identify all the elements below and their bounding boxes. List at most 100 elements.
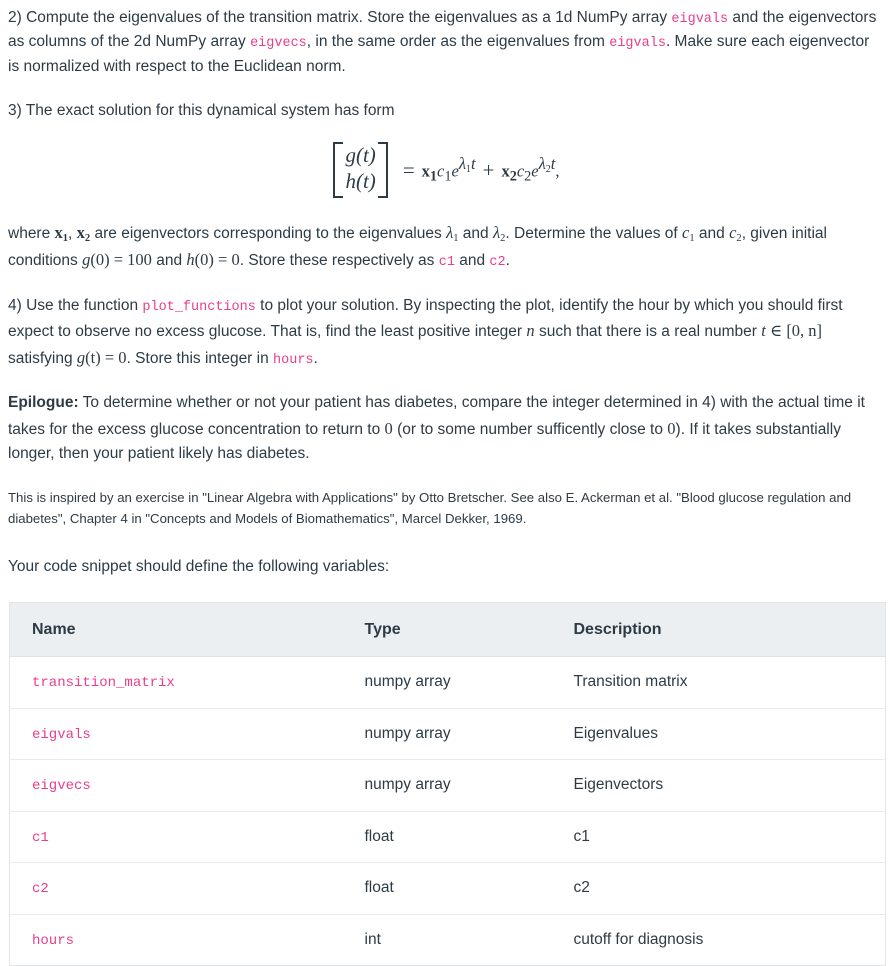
cell-variable-name: transition_matrix [9, 656, 343, 709]
epilogue-label: Epilogue: [8, 394, 79, 412]
variables-table: Name Type Description transition_matrix … [9, 601, 886, 966]
citation-note: This is inspired by an exercise in "Line… [8, 489, 852, 527]
plus-sign: + [482, 157, 495, 182]
term1-exponential-base: e [451, 161, 459, 181]
column-header-description: Description [551, 602, 886, 658]
table-row: c2 float c2 [9, 862, 886, 915]
equation-trailing-comma: , [555, 161, 560, 181]
g-of-t-args: (t) [85, 347, 101, 367]
x2-symbol: x [76, 222, 85, 242]
table-header-row: Name Type Description [9, 602, 886, 658]
term2-exponential-base: e [531, 161, 539, 181]
cell-variable-name: c2 [9, 862, 343, 915]
equals-sign: = [402, 157, 415, 182]
step-4-text-a: 4) Use the function [8, 296, 143, 314]
inline-code-eigvecs: eigvecs [250, 36, 307, 52]
term1-coefficient-sub: 1 [444, 168, 452, 185]
step-2-text-mid-2: , in the same order as the eigenvalues f… [306, 33, 610, 51]
cell-variable-name: hours [10, 914, 343, 965]
table-head: Name Type Description [9, 602, 886, 658]
h-equals-0: = 0 [213, 250, 240, 270]
g-of-t-symbol: g [76, 347, 86, 367]
matrix-row-h: h(t) [345, 168, 376, 193]
h-function-symbol: h [186, 250, 195, 270]
text-period: . [505, 252, 510, 270]
assignment-content: 2) Compute the eigenvalues of the transi… [0, 0, 891, 966]
inline-code-eigvals-2: eigvals [609, 36, 666, 52]
term2-vector-sub: 2 [509, 168, 517, 185]
cell-variable-description: Transition matrix [551, 656, 886, 709]
table-row: c1 float c1 [9, 811, 886, 864]
step-3-text: 3) The exact solution for this dynamical… [8, 102, 395, 120]
inline-code-plot-functions: plot_functions [142, 299, 256, 315]
text-comma: , [68, 224, 77, 242]
variable-name-code: eigvecs [32, 778, 91, 795]
cell-variable-type: int [364, 930, 381, 948]
inline-code-c2: c2 [489, 255, 506, 271]
step-4-text-c: such that there is a real number [534, 323, 762, 341]
cell-variable-name: eigvals [9, 708, 343, 761]
cell-variable-description: cutoff for diagnosis [573, 930, 704, 948]
term1-exponent-lambda: λ [458, 154, 466, 174]
text-eigenvectors-corresponding: are eigenvectors corresponding to the ei… [90, 224, 447, 242]
inline-code-eigvals-1: eigvals [671, 12, 729, 27]
matrix-row-g: g(t) [345, 142, 376, 167]
matrix-bracket-right [377, 141, 388, 198]
variable-name-code: hours [32, 932, 75, 949]
epilogue-paragraph: Epilogue: To determine whether or not yo… [8, 391, 883, 466]
step-4-paragraph: 4) Use the function plot_functions to pl… [8, 294, 883, 371]
cell-variable-description: Eigenvalues [551, 708, 886, 761]
inline-code-c1: c1 [438, 255, 455, 271]
cell-variable-type: float [342, 862, 552, 915]
term1-vector-sub: 1 [429, 168, 438, 185]
table-row: hours int cutoff for diagnosis [10, 914, 886, 965]
g-equals-100: = 100 [109, 250, 152, 270]
text-where: where [8, 224, 55, 242]
cell-variable-description: c1 [551, 811, 886, 864]
step-2-paragraph: 2) Compute the eigenvalues of the transi… [8, 6, 883, 79]
eigenvector-explanation-paragraph: where x1, x2 are eigenvectors correspond… [8, 220, 883, 274]
column-header-name: Name [9, 602, 343, 658]
text-and-4: and [454, 252, 490, 270]
term2-exponent: λ2t [538, 154, 556, 175]
variable-name-code: c2 [32, 881, 49, 898]
text-and-1: and [458, 224, 493, 242]
matrix-bracket-left [333, 141, 344, 198]
g-function-args: (0) [90, 250, 110, 270]
element-of-symbol: ∈ [765, 321, 787, 341]
term2-exponent-lambda: λ [538, 154, 546, 174]
text-and-2: and [694, 224, 730, 242]
cell-variable-description: c2 [551, 862, 886, 915]
table-row: eigvecs numpy array Eigenvectors [9, 759, 886, 812]
text-determine-values: . Determine the values of [505, 224, 683, 242]
table-row: eigvals numpy array Eigenvalues [9, 708, 886, 761]
step-4-text-d: satisfying [8, 349, 77, 367]
variable-name-code: eigvals [32, 726, 91, 743]
interval-notation: [0, n] [786, 321, 823, 341]
step-4-text-e: . Store this integer in [126, 349, 274, 367]
h-function-args: (0) [194, 250, 214, 270]
term1-exponent: λ1t [458, 154, 476, 175]
x1-symbol: x [54, 222, 63, 242]
step-3-paragraph: 3) The exact solution for this dynamical… [8, 99, 883, 123]
variable-name-code: c1 [32, 829, 49, 846]
variable-name-code: transition_matrix [32, 675, 175, 692]
term1-vector: x [421, 161, 430, 181]
cell-variable-name: c1 [9, 811, 343, 864]
text-and-3: and [151, 252, 187, 270]
term2-vector: x [501, 161, 510, 181]
inline-code-hours: hours [273, 352, 314, 368]
epilogue-zero-2: 0 [667, 418, 676, 438]
term1-exponent-t: t [471, 154, 476, 174]
cell-variable-name: eigvecs [9, 759, 343, 812]
step-4-text-f: . [313, 349, 318, 367]
epilogue-zero-1: 0 [384, 418, 393, 438]
cell-variable-type: numpy array [342, 708, 552, 761]
n-symbol: n [526, 321, 535, 341]
table-intro-text: Your code snippet should define the foll… [8, 558, 390, 576]
table-body: transition_matrix numpy array Transition… [9, 656, 886, 966]
solution-equation: g(t) h(t) = x1c1eλ1t + x2c2eλ2t, [8, 141, 883, 198]
matrix-rows: g(t) h(t) [341, 142, 379, 195]
cell-variable-type: numpy array [342, 656, 552, 709]
equation-vector-matrix: g(t) h(t) [331, 141, 389, 198]
